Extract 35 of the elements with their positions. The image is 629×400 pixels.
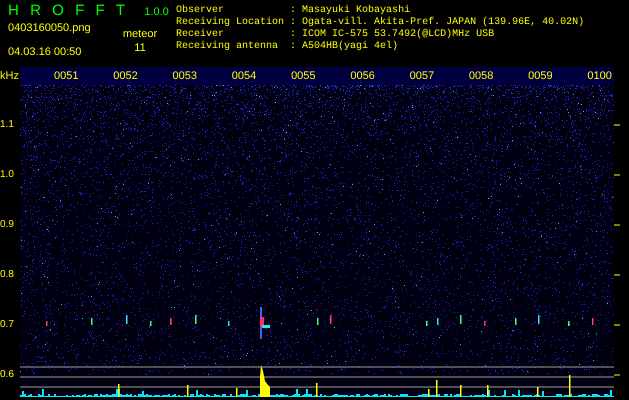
info-label: Receiver	[176, 29, 226, 40]
time-label: 0054	[232, 70, 256, 82]
time-label: 0056	[350, 70, 375, 82]
info-label: Receiving antenna	[176, 41, 280, 53]
time-label: 0100	[587, 70, 612, 82]
app-title: HROFFT	[8, 2, 136, 20]
info-separator: :	[290, 17, 296, 29]
info-value: A504HB(yagi 4el)	[302, 41, 400, 53]
frequency-label: 0.8	[0, 269, 14, 281]
time-label: 0058	[468, 70, 494, 82]
info-separator: :	[290, 41, 296, 53]
frequency-label: 0.9	[0, 219, 14, 231]
file-name: 0403160050.png	[8, 22, 92, 34]
date-time: 04.03.16 00:50	[8, 46, 82, 58]
info-separator: :	[290, 29, 296, 41]
info-value: Ogata-vill. Akita-Pref. JAPAN (139.96E, 40.02N)	[302, 17, 584, 28]
info-label: Receiving Location	[176, 17, 284, 28]
info-value: ICOM IC-575 53.7492(@LCD)MHz USB	[302, 29, 496, 40]
info-label: Observer	[176, 5, 226, 16]
frequency-label: 1.0	[0, 169, 14, 181]
frequency-label: 0.6	[0, 369, 14, 381]
time-label: 0055	[291, 70, 316, 82]
info-separator: :	[290, 5, 296, 17]
time-label: 0053	[172, 70, 198, 82]
axis-unit: kHz	[0, 69, 20, 84]
info-value: Masayuki Kobayashi	[302, 5, 412, 16]
time-label: 0051	[54, 70, 78, 82]
time-label: 0052	[113, 70, 138, 82]
time-label: 0057	[410, 70, 434, 82]
time-label: 0059	[528, 70, 553, 82]
app-version: 1.0.0	[144, 5, 169, 20]
frequency-label: 0.7	[0, 319, 14, 331]
frequency-label: 1.1	[0, 119, 14, 131]
meteor-count: 11	[134, 42, 146, 54]
meteor-label: meteor	[122, 28, 158, 40]
